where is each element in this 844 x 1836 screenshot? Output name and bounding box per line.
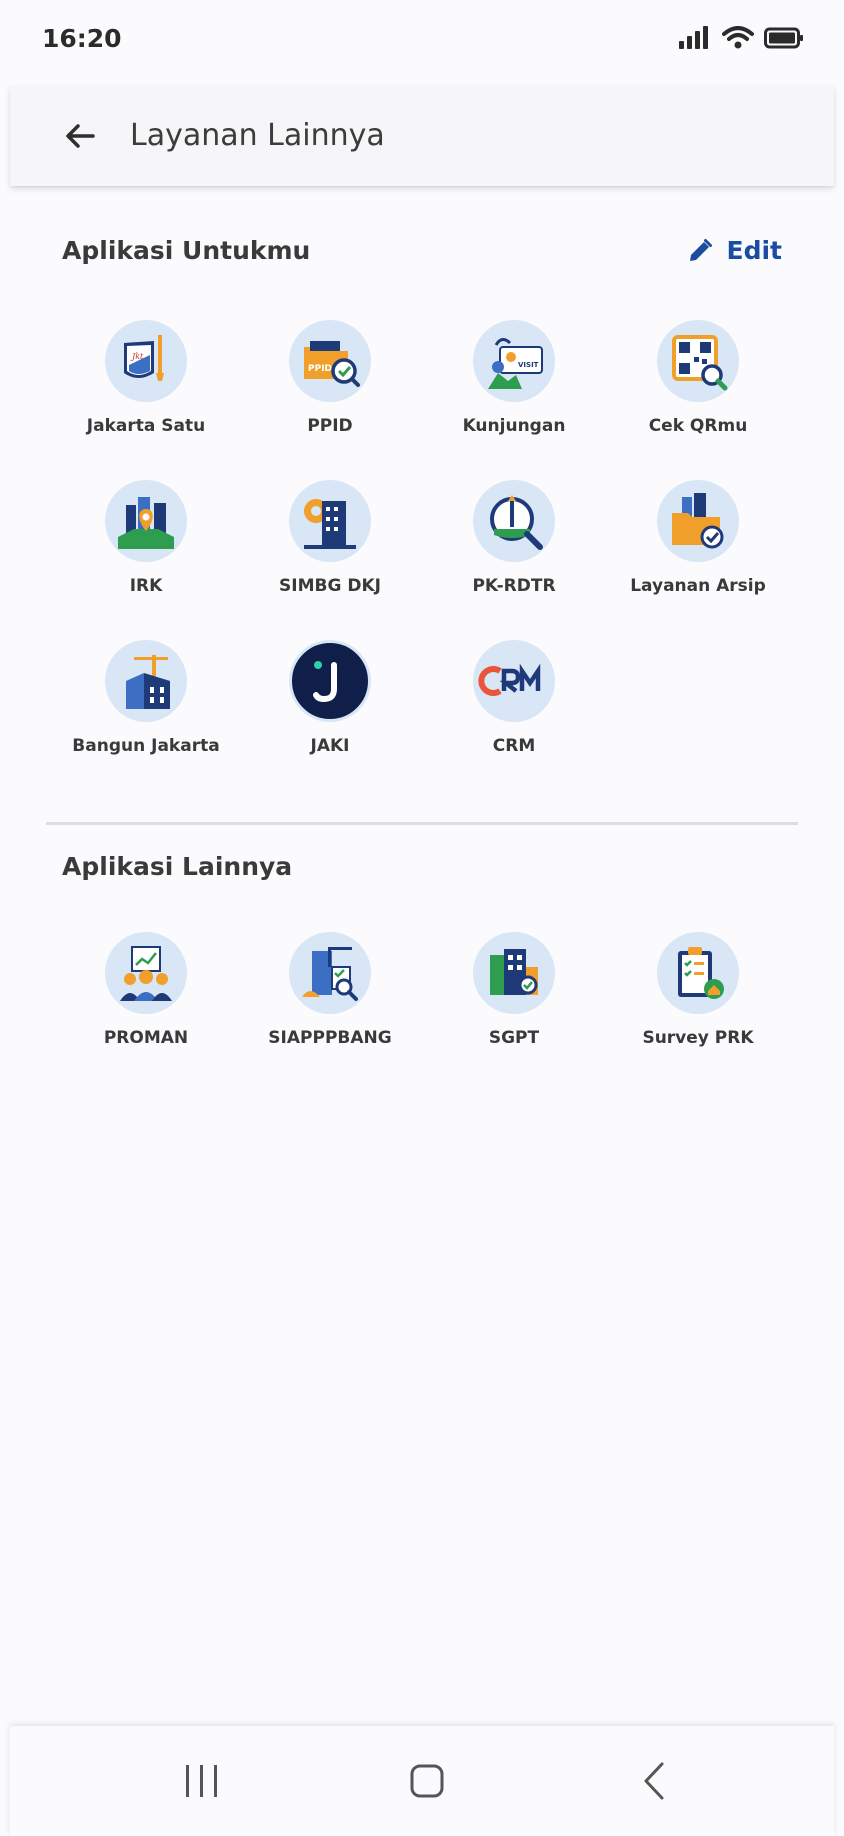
building-inspection-icon (289, 932, 371, 1014)
recent-apps-button[interactable] (162, 1756, 242, 1806)
app-jaki[interactable]: JAKI (238, 640, 422, 756)
svg-text:Jkt: Jkt (130, 352, 144, 361)
edit-label: Edit (726, 236, 783, 265)
svg-text:VISIT: VISIT (518, 361, 539, 369)
pencil-icon (689, 238, 712, 261)
crm-logo-icon (473, 640, 555, 722)
app-label: JAKI (310, 736, 350, 756)
ppid-folder-icon: PPID (289, 320, 371, 402)
section-title-others: Aplikasi Lainnya (62, 852, 293, 881)
app-label: SGPT (488, 1028, 540, 1048)
monument-magnifier-icon (473, 480, 555, 562)
section-title-favorites: Aplikasi Untukmu (62, 236, 311, 265)
app-siapppbang[interactable]: SIAPPPBANG (238, 932, 422, 1048)
building-gear-icon (289, 480, 371, 562)
app-label: PPID (307, 416, 353, 436)
app-kunjungan[interactable]: VISIT Kunjungan (422, 320, 606, 436)
edit-button[interactable]: Edit (687, 236, 783, 265)
building-check-icon (473, 932, 555, 1014)
recent-apps-icon (186, 1765, 217, 1797)
app-label: SIMBG DKJ (279, 576, 381, 596)
app-survey-prk[interactable]: Survey PRK (606, 932, 790, 1048)
city-map-pin-icon (105, 480, 187, 562)
app-label: Kunjungan (462, 416, 566, 436)
jakarta-satu-icon: Jkt (105, 320, 187, 402)
battery-icon (764, 27, 803, 49)
app-label: PROMAN (103, 1028, 189, 1048)
app-cek-qrmu[interactable]: Cek QRmu (606, 320, 790, 436)
arrow-left-icon (66, 124, 95, 148)
app-label: CRM (492, 736, 536, 756)
wifi-icon (722, 26, 754, 49)
app-label: Survey PRK (642, 1028, 754, 1048)
app-label: PK-RDTR (472, 576, 556, 596)
app-simbg-dkj[interactable]: SIMBG DKJ (238, 480, 422, 596)
app-pk-rdtr[interactable]: PK-RDTR (422, 480, 606, 596)
back-icon (644, 1762, 664, 1800)
app-layanan-arsip[interactable]: Layanan Arsip (606, 480, 790, 596)
app-bar: Layanan Lainnya (10, 86, 834, 186)
archive-folder-icon (657, 480, 739, 562)
app-jakarta-satu[interactable]: Jkt Jakarta Satu (54, 320, 238, 436)
jaki-logo-icon (289, 640, 371, 722)
back-button[interactable] (52, 116, 108, 156)
status-time: 16:20 (42, 24, 122, 53)
navigation-bar (10, 1726, 834, 1836)
home-button[interactable] (387, 1756, 467, 1806)
app-label: Cek QRmu (648, 416, 748, 436)
clipboard-checklist-icon (657, 932, 739, 1014)
construction-crane-icon (105, 640, 187, 722)
svg-text:PPID: PPID (308, 364, 332, 374)
app-proman[interactable]: PROMAN (54, 932, 238, 1048)
app-label: SIAPPPBANG (268, 1028, 392, 1048)
app-sgpt[interactable]: SGPT (422, 932, 606, 1048)
team-chart-icon (105, 932, 187, 1014)
app-bangun-jakarta[interactable]: Bangun Jakarta (54, 640, 238, 756)
page-title: Layanan Lainnya (130, 118, 385, 153)
app-label: Jakarta Satu (86, 416, 206, 436)
visitor-card-icon: VISIT (473, 320, 555, 402)
status-bar: 16:20 (0, 0, 844, 84)
app-ppid[interactable]: PPID PPID (238, 320, 422, 436)
home-icon (410, 1764, 444, 1798)
app-irk[interactable]: IRK (54, 480, 238, 596)
app-crm[interactable]: CRM (422, 640, 606, 756)
app-label: IRK (129, 576, 163, 596)
signal-icon (679, 26, 708, 49)
app-label: Layanan Arsip (630, 576, 766, 596)
section-divider (46, 822, 798, 825)
qr-code-icon (657, 320, 739, 402)
app-label: Bangun Jakarta (72, 736, 220, 756)
system-back-button[interactable] (614, 1756, 694, 1806)
status-icons (678, 26, 804, 50)
